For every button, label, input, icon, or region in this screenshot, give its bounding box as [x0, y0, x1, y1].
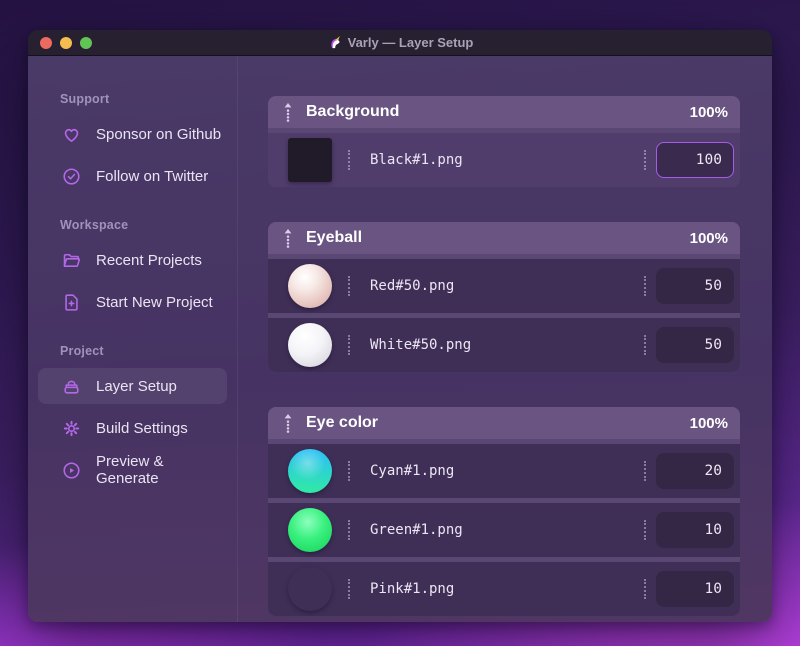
sidebar-item-label: Follow on Twitter [96, 167, 209, 185]
row-divider [644, 520, 646, 540]
sidebar-item-label: Recent Projects [96, 251, 202, 269]
title-bar[interactable]: Varly — Layer Setup [28, 30, 772, 56]
layer-filename: Cyan#1.png [370, 463, 455, 479]
layer-thumbnail-red [288, 264, 332, 308]
layer-thumbnail-black [288, 138, 332, 182]
layer-thumbnail-white [288, 323, 332, 367]
window-title: Varly — Layer Setup [327, 35, 474, 50]
row-divider [348, 520, 350, 540]
sidebar-section-workspace: Workspace Recent Projects Start New Proj… [28, 218, 237, 320]
layer-group-header[interactable]: Background 100% [268, 96, 740, 128]
layer-filename: Green#1.png [370, 522, 463, 538]
layer-filename: Black#1.png [370, 152, 463, 168]
drag-handle-icon[interactable] [282, 413, 294, 433]
sidebar-item-preview-generate[interactable]: Preview & Generate [38, 452, 227, 488]
row-divider [644, 276, 646, 296]
sidebar-section-support: Support Sponsor on Github Follow on Twit… [28, 92, 237, 194]
layer-thumbnail-cyan [288, 449, 332, 493]
row-divider [644, 335, 646, 355]
layer-group-title: Background [306, 103, 400, 120]
layer-weight-input[interactable] [656, 571, 734, 607]
layer-row[interactable]: Green#1.png [268, 503, 740, 557]
layer-weight-input[interactable] [656, 268, 734, 304]
section-header: Support [60, 92, 110, 106]
layer-filename: Red#50.png [370, 278, 455, 294]
unicorn-icon [327, 35, 342, 50]
layer-weight-input[interactable] [656, 512, 734, 548]
layer-group-title: Eyeball [306, 229, 363, 246]
layer-row[interactable]: Black#1.png [268, 133, 740, 187]
layer-setup-panel: Background 100% Black#1.png 100 Eyeball … [238, 56, 772, 622]
row-divider [644, 579, 646, 599]
sidebar-item-build-settings[interactable]: Build Settings [38, 410, 227, 446]
traffic-lights [40, 37, 92, 49]
layer-group-background: Background 100% Black#1.png [268, 96, 740, 187]
layer-group-header[interactable]: Eyeball 100% [268, 222, 740, 254]
play-circle-icon [60, 459, 82, 481]
badge-check-icon [60, 165, 82, 187]
sidebar-item-start-new-project[interactable]: Start New Project [38, 284, 227, 320]
layer-thumbnail-pink [288, 567, 332, 611]
layer-group-title: Eye color [306, 414, 379, 431]
file-plus-icon [60, 291, 82, 313]
row-divider [644, 461, 646, 481]
layer-row[interactable]: Cyan#1.png [268, 444, 740, 498]
layers-icon [60, 375, 82, 397]
row-divider [644, 150, 646, 170]
layer-weight-input[interactable] [656, 453, 734, 489]
row-divider [348, 579, 350, 599]
layer-group-opacity: 100% [689, 103, 728, 121]
sidebar-item-label: Start New Project [96, 293, 213, 311]
app-window: Varly — Layer Setup Support Sponsor on G… [28, 30, 772, 622]
window-title-text: Varly — Layer Setup [347, 35, 474, 50]
row-divider [348, 335, 350, 355]
sidebar-item-recent-projects[interactable]: Recent Projects [38, 242, 227, 278]
sidebar-item-layer-setup[interactable]: Layer Setup [38, 368, 227, 404]
row-divider [348, 150, 350, 170]
sidebar-item-label: Preview & Generate [96, 453, 164, 487]
layer-group-eye-color: Eye color 100% Cyan#1.png Green#1.png [268, 407, 740, 616]
layer-row[interactable]: White#50.png [268, 318, 740, 372]
close-button[interactable] [40, 37, 52, 49]
sidebar-item-label: Build Settings [96, 419, 188, 437]
minimize-button[interactable] [60, 37, 72, 49]
layer-row[interactable]: Pink#1.png [268, 562, 740, 616]
row-divider [348, 276, 350, 296]
layer-weight-input[interactable] [656, 142, 734, 178]
layer-group-opacity: 100% [689, 229, 728, 247]
section-header: Project [60, 344, 104, 358]
gear-icon [60, 417, 82, 439]
sidebar-item-sponsor-on-github[interactable]: Sponsor on Github [38, 116, 227, 152]
drag-handle-icon[interactable] [282, 102, 294, 122]
sidebar-item-follow-on-twitter[interactable]: Follow on Twitter [38, 158, 227, 194]
sidebar-section-project: Project Layer Setup Build Settings Previ… [28, 344, 237, 488]
sidebar-item-label: Layer Setup [96, 377, 177, 395]
sidebar: Support Sponsor on Github Follow on Twit… [28, 56, 238, 622]
folder-open-icon [60, 249, 82, 271]
layer-group-eyeball: Eyeball 100% Red#50.png White#50.png [268, 222, 740, 372]
layer-weight-input[interactable] [656, 327, 734, 363]
drag-handle-icon[interactable] [282, 228, 294, 248]
layer-group-opacity: 100% [689, 414, 728, 432]
section-header: Workspace [60, 218, 129, 232]
row-divider [348, 461, 350, 481]
zoom-button[interactable] [80, 37, 92, 49]
layer-thumbnail-green [288, 508, 332, 552]
heart-icon [60, 123, 82, 145]
layer-filename: Pink#1.png [370, 581, 455, 597]
sidebar-item-label: Sponsor on Github [96, 125, 222, 143]
layer-filename: White#50.png [370, 337, 472, 353]
layer-group-header[interactable]: Eye color 100% [268, 407, 740, 439]
layer-row[interactable]: Red#50.png [268, 259, 740, 313]
